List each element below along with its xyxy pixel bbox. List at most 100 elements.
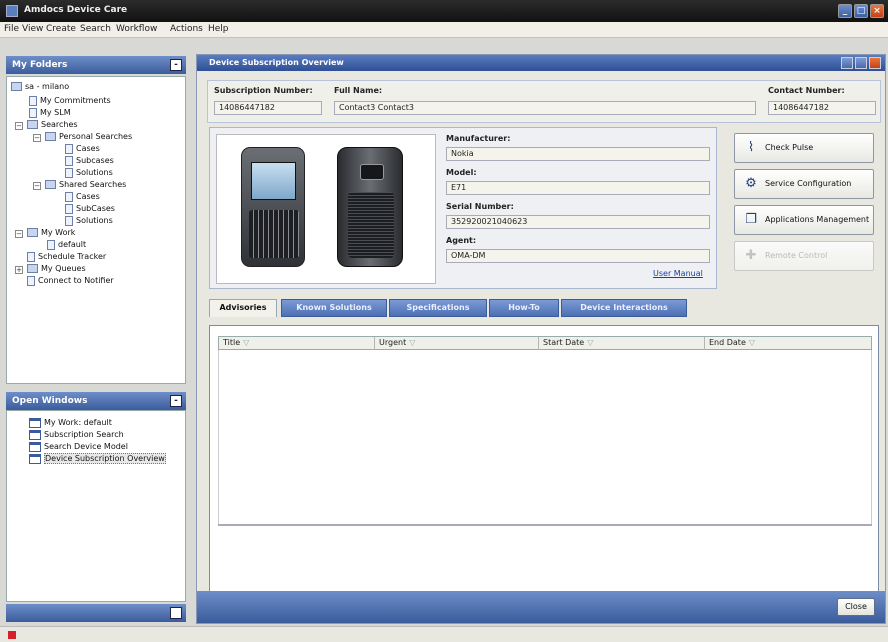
window-icon bbox=[29, 429, 41, 440]
tree-item-cases[interactable]: Cases bbox=[65, 143, 100, 155]
tree-item-commitments[interactable]: My Commitments bbox=[29, 95, 111, 107]
tree-item-user[interactable]: sa - milano bbox=[11, 81, 69, 93]
agent-field[interactable]: OMA-DM bbox=[446, 249, 710, 263]
open-window-subscription-search[interactable]: Subscription Search bbox=[29, 429, 124, 441]
tree-item-solutions[interactable]: Solutions bbox=[65, 167, 113, 179]
tree-item-default[interactable]: default bbox=[47, 239, 86, 251]
contact-number-field[interactable]: 14086447182 bbox=[768, 101, 876, 115]
app-title-bar: Amdocs Device Care _ □ × bbox=[0, 0, 888, 22]
menu-create[interactable]: Create bbox=[46, 24, 76, 34]
full-name-field[interactable]: Contact3 Contact3 bbox=[334, 101, 756, 115]
tab-known-solutions[interactable]: Known Solutions bbox=[281, 299, 387, 317]
check-pulse-button[interactable]: ⌇ Check Pulse bbox=[734, 133, 874, 163]
user-manual-link[interactable]: User Manual bbox=[653, 269, 703, 278]
tab-how-to[interactable]: How-To bbox=[489, 299, 559, 317]
open-window-my-work[interactable]: My Work: default bbox=[29, 417, 112, 429]
tree-item-shared-solutions[interactable]: Solutions bbox=[65, 215, 113, 227]
status-bar bbox=[0, 626, 888, 642]
tree-item-searches[interactable]: Searches bbox=[27, 119, 78, 131]
serial-number-field[interactable]: 352920021040623 bbox=[446, 215, 710, 229]
window-icon bbox=[29, 453, 41, 464]
column-urgent[interactable]: Urgent ▽ bbox=[375, 337, 539, 351]
window-title: Device Subscription Overview bbox=[209, 58, 344, 67]
menu-workflow[interactable]: Workflow bbox=[116, 24, 157, 34]
document-icon bbox=[65, 203, 73, 214]
manufacturer-label: Manufacturer: bbox=[446, 134, 511, 143]
tree-item-slm[interactable]: My SLM bbox=[29, 107, 71, 119]
subscription-number-field[interactable]: 14086447182 bbox=[214, 101, 322, 115]
my-folders-tree: sa - milano My Commitments My SLM − Sear… bbox=[6, 76, 186, 384]
tree-item-shared-searches[interactable]: Shared Searches bbox=[45, 179, 126, 191]
expand-my-queues-icon[interactable]: + bbox=[15, 266, 23, 274]
tab-device-interactions[interactable]: Device Interactions bbox=[561, 299, 687, 317]
menu-help[interactable]: Help bbox=[208, 24, 229, 34]
document-icon bbox=[27, 275, 35, 286]
open-windows-header: Open Windows - bbox=[6, 392, 186, 410]
collapse-open-windows-button[interactable]: - bbox=[170, 395, 182, 407]
open-window-device-subscription-overview[interactable]: Device Subscription Overview bbox=[29, 453, 166, 465]
maximize-button[interactable]: □ bbox=[854, 4, 868, 18]
remote-control-button[interactable]: ✚ Remote Control bbox=[734, 241, 874, 271]
tree-item-shared-subcases[interactable]: SubCases bbox=[65, 203, 115, 215]
document-icon bbox=[29, 107, 37, 118]
window-icon bbox=[29, 441, 41, 452]
column-end-date[interactable]: End Date ▽ bbox=[705, 337, 873, 351]
close-button[interactable]: Close bbox=[837, 598, 875, 616]
menu-view[interactable]: View bbox=[22, 24, 43, 34]
tree-item-my-work[interactable]: My Work bbox=[27, 227, 75, 239]
tree-item-personal-searches[interactable]: Personal Searches bbox=[45, 131, 132, 143]
tree-item-shared-cases[interactable]: Cases bbox=[65, 191, 100, 203]
open-windows-title: Open Windows bbox=[12, 396, 88, 406]
expand-panel-button[interactable] bbox=[170, 607, 182, 619]
menu-search[interactable]: Search bbox=[80, 24, 111, 34]
tab-specifications[interactable]: Specifications bbox=[389, 299, 487, 317]
grid-splitter[interactable] bbox=[218, 524, 872, 526]
expand-shared-searches-icon[interactable]: − bbox=[33, 182, 41, 190]
agent-label: Agent: bbox=[446, 236, 477, 245]
window-minimize-button[interactable] bbox=[841, 57, 853, 69]
applications-management-button[interactable]: ❐ Applications Management bbox=[734, 205, 874, 235]
window-maximize-button[interactable] bbox=[855, 57, 867, 69]
menu-file[interactable]: File bbox=[4, 24, 19, 34]
window-icon bbox=[29, 417, 41, 428]
windows-icon: ❐ bbox=[745, 212, 757, 227]
expand-searches-icon[interactable]: − bbox=[15, 122, 23, 130]
filter-icon: ▽ bbox=[748, 338, 756, 347]
grid-body[interactable] bbox=[218, 350, 872, 524]
model-label: Model: bbox=[446, 168, 477, 177]
expand-my-work-icon[interactable]: − bbox=[15, 230, 23, 238]
expand-personal-searches-icon[interactable]: − bbox=[33, 134, 41, 142]
tree-item-subcases[interactable]: Subcases bbox=[65, 155, 114, 167]
filter-icon: ▽ bbox=[409, 338, 416, 347]
document-icon bbox=[29, 95, 37, 106]
advisories-grid: Title ▽ Urgent ▽ Start Date ▽ End Date ▽ bbox=[209, 325, 879, 610]
tab-advisories[interactable]: Advisories bbox=[209, 299, 277, 317]
device-subscription-window: Device Subscription Overview Subscriptio… bbox=[196, 54, 886, 624]
contact-number-label: Contact Number: bbox=[768, 86, 845, 95]
menu-actions[interactable]: Actions bbox=[170, 24, 203, 34]
column-start-date[interactable]: Start Date ▽ bbox=[539, 337, 705, 351]
minimize-button[interactable]: _ bbox=[838, 4, 852, 18]
app-title: Amdocs Device Care bbox=[24, 5, 128, 15]
folder-icon bbox=[45, 180, 56, 189]
full-name-label: Full Name: bbox=[334, 86, 383, 95]
tree-item-my-queues[interactable]: My Queues bbox=[27, 263, 86, 275]
manufacturer-field[interactable]: Nokia bbox=[446, 147, 710, 161]
column-title[interactable]: Title ▽ bbox=[219, 337, 375, 351]
subscription-info: Subscription Number: 14086447182 Full Na… bbox=[207, 80, 881, 123]
document-icon bbox=[47, 239, 55, 250]
window-close-button[interactable] bbox=[869, 57, 881, 69]
collapse-my-folders-button[interactable]: - bbox=[170, 59, 182, 71]
tree-item-connect-notifier[interactable]: Connect to Notifier bbox=[27, 275, 114, 287]
window-title-bar: Device Subscription Overview bbox=[197, 55, 885, 71]
gear-icon: ⚙ bbox=[745, 176, 757, 191]
tree-item-schedule-tracker[interactable]: Schedule Tracker bbox=[27, 251, 106, 263]
service-configuration-button[interactable]: ⚙ Service Configuration bbox=[734, 169, 874, 199]
model-field[interactable]: E71 bbox=[446, 181, 710, 195]
open-window-search-device-model[interactable]: Search Device Model bbox=[29, 441, 128, 453]
close-window-button[interactable]: × bbox=[870, 4, 884, 18]
grid-header: Title ▽ Urgent ▽ Start Date ▽ End Date ▽ bbox=[218, 336, 873, 351]
document-icon bbox=[27, 251, 35, 262]
serial-number-label: Serial Number: bbox=[446, 202, 514, 211]
document-icon bbox=[65, 191, 73, 202]
